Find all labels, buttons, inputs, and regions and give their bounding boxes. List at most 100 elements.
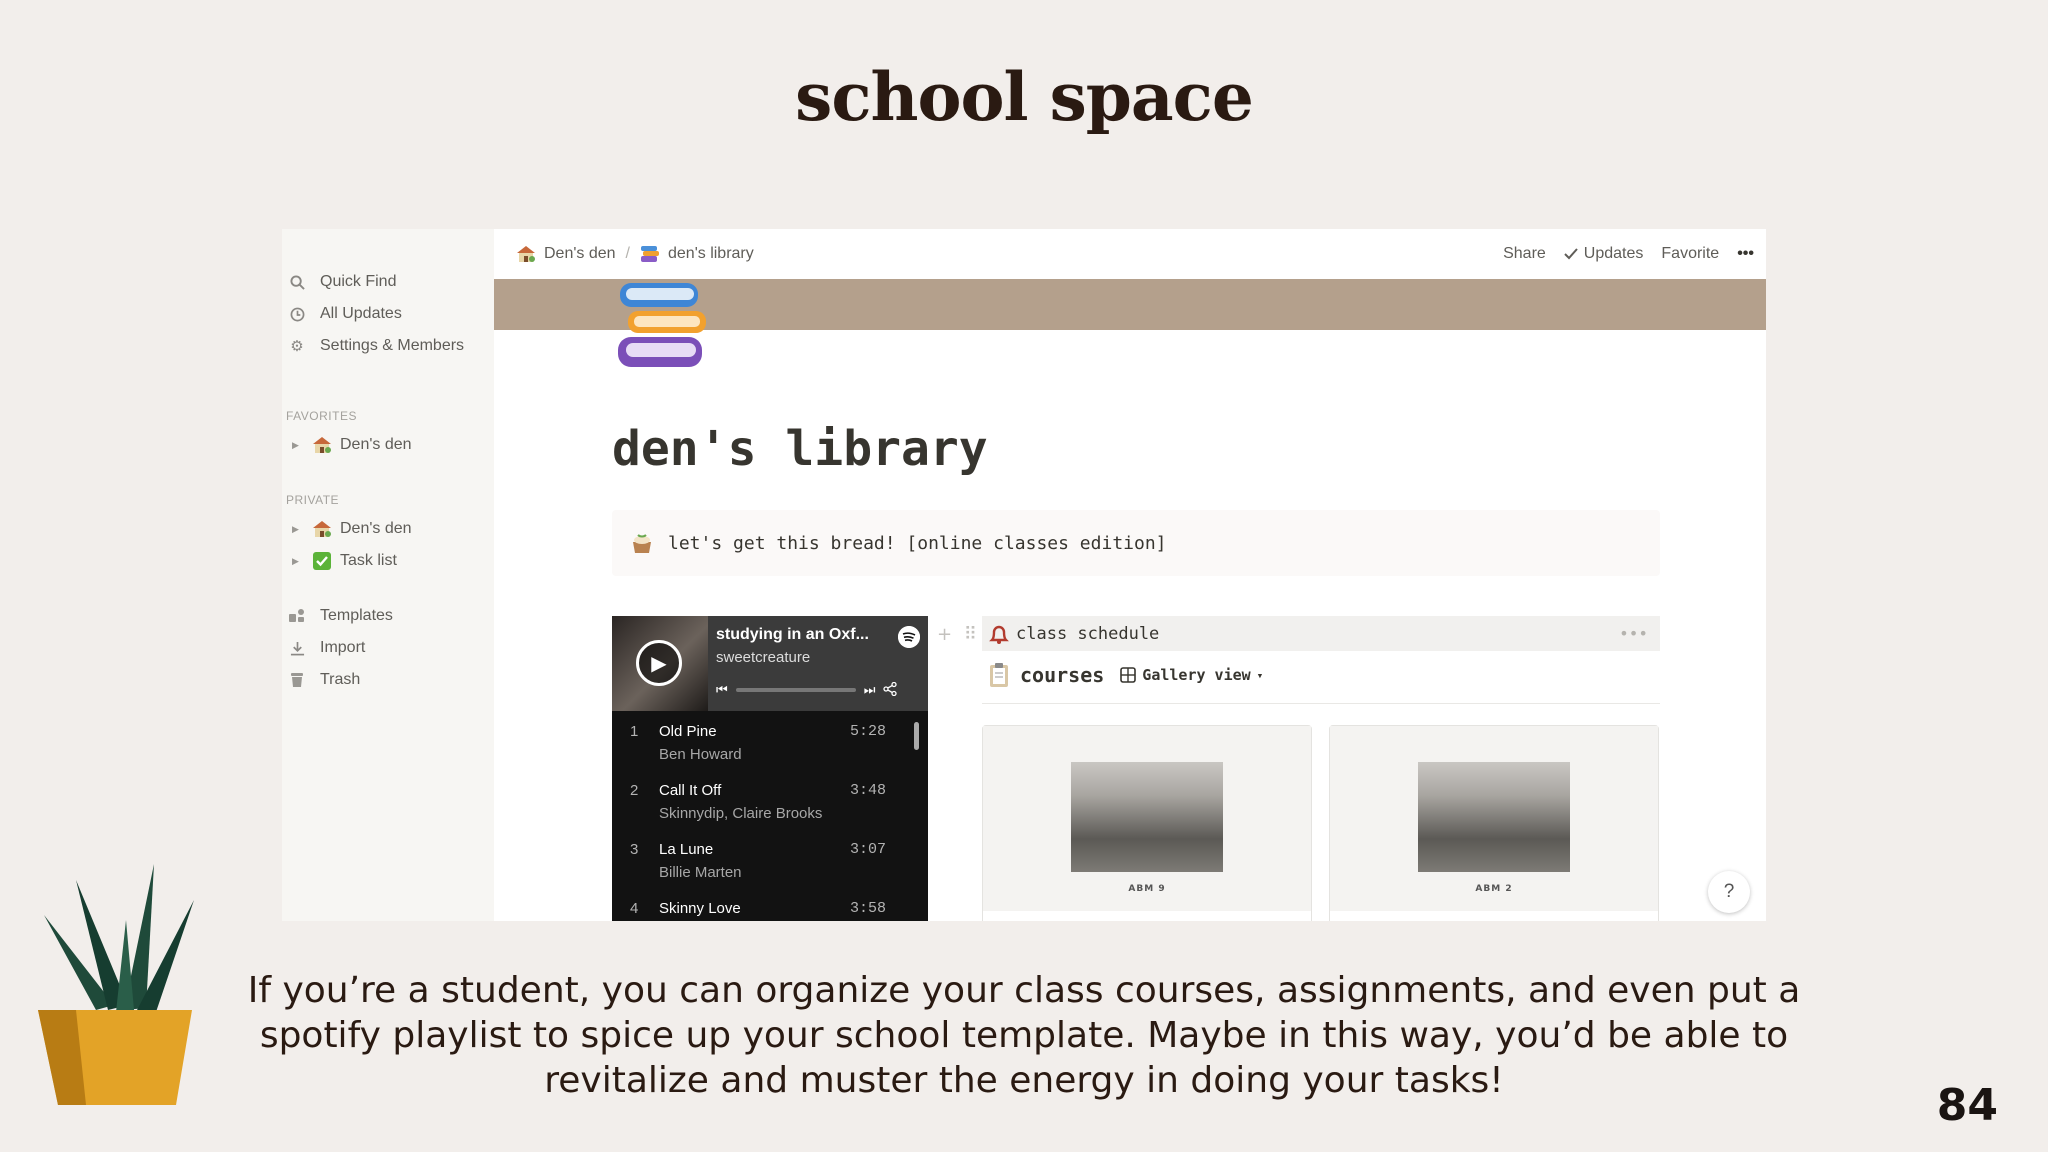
sidebar-item-settings[interactable]: ⚙ Settings & Members (288, 332, 464, 360)
track-artist: Ben Howard (659, 746, 742, 763)
callout-block[interactable]: let's get this bread! [online classes ed… (612, 510, 1660, 576)
sidebar-item-label: Settings & Members (320, 337, 465, 354)
previous-icon[interactable]: ⏮ (716, 682, 728, 698)
next-icon[interactable]: ⏭ (864, 682, 876, 698)
sidebar-item-task-list[interactable]: ▶ Task list (288, 547, 397, 575)
books-icon (640, 245, 660, 263)
breadcrumb-dens-library[interactable]: den's library (668, 245, 754, 263)
divider (982, 703, 1660, 704)
breadcrumb-separator: / (625, 245, 630, 262)
sidebar-item-trash[interactable]: Trash (288, 666, 360, 694)
card-cover-caption: ABM 2 (1475, 884, 1513, 894)
sidebar-item-dens-den[interactable]: ▶ Den's den (288, 515, 412, 543)
sidebar-item-label: Templates (320, 607, 393, 624)
gallery-card[interactable]: ABM 2 (1329, 725, 1659, 921)
view-switcher[interactable]: Gallery view ▾ (1120, 666, 1263, 684)
card-cover-caption: ABM 9 (1128, 884, 1166, 894)
trash-icon (288, 671, 306, 689)
callout-text: let's get this bread! [online classes ed… (668, 532, 1167, 554)
sidebar-item-label: Import (320, 639, 366, 656)
page-title[interactable]: den's library (612, 421, 988, 477)
track-row[interactable]: 4 Skinny Love 3:58 (612, 892, 928, 921)
download-icon (288, 639, 306, 657)
playlist-owner[interactable]: sweetcreature (716, 649, 810, 666)
clipboard-icon (988, 662, 1010, 688)
chevron-right-icon[interactable]: ▶ (292, 524, 302, 535)
favorite-button[interactable]: Favorite (1661, 245, 1719, 263)
courses-database-header: courses Gallery view ▾ (988, 662, 1263, 688)
checkbox-icon (312, 552, 332, 570)
chevron-right-icon[interactable]: ▶ (292, 440, 302, 451)
class-schedule-label: class schedule (1016, 623, 1160, 644)
notion-screenshot: Quick Find All Updates ⚙ Settings & Memb… (282, 229, 1766, 921)
track-number: 2 (630, 782, 639, 799)
track-title: La Lune (659, 841, 714, 858)
breadcrumb: Den's den / den's library (516, 245, 754, 263)
view-label: Gallery view (1142, 666, 1251, 684)
share-button[interactable]: Share (1503, 245, 1546, 263)
check-icon (1564, 248, 1578, 260)
track-row[interactable]: 1 Old Pine Ben Howard 5:28 (612, 715, 928, 775)
chevron-right-icon[interactable]: ▶ (292, 556, 302, 567)
playlist-title[interactable]: studying in an Oxf... (716, 626, 869, 644)
sidebar-item-label: Den's den (340, 520, 412, 537)
play-icon[interactable]: ▶ (636, 640, 682, 686)
track-duration: 3:48 (849, 782, 886, 799)
drag-handle-icon[interactable]: ⠿ (964, 624, 977, 645)
sidebar-item-quick-find[interactable]: Quick Find (288, 268, 396, 296)
house-icon (312, 436, 332, 454)
progress-bar[interactable] (735, 688, 856, 692)
track-number: 1 (630, 723, 639, 740)
plant-illustration (36, 860, 206, 1110)
more-options-icon[interactable]: ••• (1737, 245, 1754, 263)
share-icon[interactable] (883, 681, 898, 699)
sidebar-item-dens-den-favorite[interactable]: ▶ Den's den (288, 431, 412, 459)
track-number: 3 (630, 841, 639, 858)
block-handles: + ⠿ (937, 624, 977, 645)
sidebar-item-label: Trash (320, 671, 361, 688)
track-duration: 3:07 (849, 841, 886, 858)
updates-label: Updates (1583, 245, 1644, 262)
spotify-logo-icon[interactable] (898, 626, 920, 648)
track-title: Call It Off (659, 782, 722, 799)
card-cover: ABM 2 (1330, 726, 1658, 911)
gallery-card[interactable]: ABM 9 (982, 725, 1312, 921)
sidebar-item-all-updates[interactable]: All Updates (288, 300, 402, 328)
private-header: PRIVATE (286, 493, 340, 507)
track-number: 4 (630, 900, 639, 917)
sidebar: Quick Find All Updates ⚙ Settings & Memb… (282, 229, 494, 921)
gear-icon: ⚙ (290, 338, 304, 355)
books-icon[interactable] (614, 281, 710, 371)
page-number: 84 (1936, 1080, 1998, 1131)
sidebar-item-label: Task list (340, 552, 397, 569)
bell-icon (988, 623, 1010, 645)
card-cover: ABM 9 (983, 726, 1311, 911)
spotify-header: ▶ studying in an Oxf... sweetcreature ⏮ … (612, 616, 928, 711)
track-row[interactable]: 2 Call It Off Skinnydip, Claire Brooks 3… (612, 774, 928, 834)
more-options-icon[interactable]: ••• (1619, 624, 1648, 643)
building-image (1418, 762, 1570, 872)
spotify-embed[interactable]: ▶ studying in an Oxf... sweetcreature ⏮ … (612, 616, 928, 921)
track-duration: 3:58 (849, 900, 886, 917)
track-title: Skinny Love (659, 900, 741, 917)
track-artist: Skinnydip, Claire Brooks (659, 805, 823, 822)
help-button[interactable]: ? (1708, 871, 1750, 913)
search-icon (288, 273, 306, 291)
sidebar-item-templates[interactable]: Templates (288, 602, 393, 630)
sidebar-item-import[interactable]: Import (288, 634, 365, 662)
sidebar-item-label: All Updates (320, 305, 402, 322)
updates-button[interactable]: Updates (1564, 245, 1644, 263)
track-artist: Billie Marten (659, 864, 742, 881)
building-image (1071, 762, 1223, 872)
class-schedule-toggle[interactable]: class schedule ••• (982, 616, 1660, 651)
templates-icon (288, 607, 306, 625)
top-actions: Share Updates Favorite ••• (1503, 229, 1754, 279)
bread-icon (630, 531, 654, 555)
gallery-icon (1120, 667, 1137, 683)
add-block-icon[interactable]: + (937, 624, 952, 645)
database-title[interactable]: courses (1020, 663, 1104, 687)
slide-title: school space (795, 58, 1254, 136)
slide-caption: If you’re a student, you can organize yo… (247, 970, 1801, 1101)
track-row[interactable]: 3 La Lune Billie Marten 3:07 (612, 833, 928, 893)
breadcrumb-dens-den[interactable]: Den's den (544, 245, 616, 263)
